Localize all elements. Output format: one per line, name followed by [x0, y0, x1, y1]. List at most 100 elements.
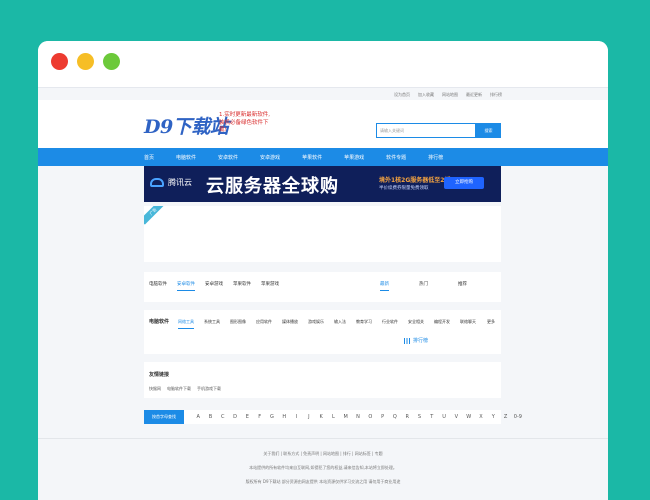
top-link[interactable]: 加入收藏	[418, 92, 434, 98]
sort-popular[interactable]: 热门	[419, 281, 428, 291]
category-item[interactable]: 教育学习	[356, 319, 372, 329]
nav-item-ios-software[interactable]: 苹果软件	[302, 154, 322, 161]
category-item[interactable]: 游戏娱乐	[308, 319, 324, 329]
site-logo[interactable]: D9下载站	[144, 112, 229, 139]
letter-link[interactable]: B	[204, 414, 216, 420]
category-panel: 电脑软件 网络工具 系统工具 图形图像 应用软件 媒体播放 游戏娱乐 输入法 教…	[144, 310, 501, 354]
letter-link[interactable]: Y	[487, 414, 499, 420]
letter-link[interactable]: D	[229, 414, 241, 420]
ranking-link[interactable]: 排行榜	[404, 337, 428, 344]
category-item[interactable]: 网络工具	[178, 319, 194, 329]
main-nav: 首页 电脑软件 安卓软件 安卓游戏 苹果软件 苹果游戏 软件专题 排行榜	[38, 148, 608, 166]
tab-android-software[interactable]: 安卓软件	[177, 281, 195, 291]
letter-link[interactable]: O	[364, 414, 376, 420]
letter-link[interactable]: I	[290, 414, 302, 420]
letter-link[interactable]: U	[438, 414, 450, 420]
letter-index-list: A B C D E F G H I J K L M N O P Q R S T U V W X Y Z 0-9	[192, 410, 524, 424]
category-item[interactable]: 联络聊天	[460, 319, 476, 329]
maximize-window-button[interactable]	[103, 53, 120, 70]
sort-latest[interactable]: 最新	[380, 281, 389, 291]
browser-window: 设为首页 加入收藏 网站地图 最近更新 排行榜 D9下载站 1.实时更新最新软件…	[38, 41, 608, 500]
window-titlebar	[38, 41, 608, 87]
friend-links-title: 友情链接	[149, 372, 170, 378]
nav-item-home[interactable]: 首页	[144, 154, 154, 161]
slogan-line-1: 1.实时更新最新软件,	[219, 112, 270, 118]
banner-cta-button[interactable]: 立即抢购	[444, 177, 484, 189]
category-item[interactable]: 应用软件	[256, 319, 272, 329]
nav-item-ranking[interactable]: 排行榜	[428, 154, 443, 161]
nav-item-android-software[interactable]: 安卓软件	[218, 154, 238, 161]
category-item[interactable]: 媒体播放	[282, 319, 298, 329]
minimize-window-button[interactable]	[77, 53, 94, 70]
letter-index-label: 按首字母查找	[144, 410, 184, 424]
letter-link[interactable]: V	[450, 414, 462, 420]
ad-box: 广告	[144, 206, 501, 262]
tab-android-games[interactable]: 安卓游戏	[205, 281, 223, 291]
letter-link[interactable]: W	[463, 414, 475, 420]
platform-tabs: 电脑软件 安卓软件 安卓游戏 苹果软件 苹果游戏	[149, 281, 289, 291]
letter-link[interactable]: P	[376, 414, 388, 420]
category-item[interactable]: 输入法	[334, 319, 346, 329]
letter-link[interactable]: 0-9	[512, 414, 524, 420]
letter-link[interactable]: Q	[389, 414, 401, 420]
letter-link[interactable]: F	[253, 414, 265, 420]
download-tabs-panel: 电脑软件 安卓软件 安卓游戏 苹果软件 苹果游戏 最新 热门 推荐	[144, 272, 501, 302]
sort-tabs: 最新 热门 推荐	[350, 281, 467, 291]
ad-tag: 广告	[144, 206, 167, 225]
letter-link[interactable]: X	[475, 414, 487, 420]
nav-item-android-games[interactable]: 安卓游戏	[260, 154, 280, 161]
search-input[interactable]: 请输入关键词	[376, 123, 476, 138]
site-footer: 关于我们 | 联系方式 | 免责声明 | 网站地图 | 排行 | 网站标签 | …	[38, 438, 608, 500]
tab-pc-software[interactable]: 电脑软件	[149, 281, 167, 291]
friend-link[interactable]: 手机游戏下载	[197, 386, 221, 392]
top-link[interactable]: 最近更新	[466, 92, 482, 98]
category-tabs: 网络工具 系统工具 图形图像 应用软件 媒体播放 游戏娱乐 输入法 教育学习 行…	[178, 319, 486, 329]
search-button[interactable]: 搜索	[476, 123, 501, 138]
nav-item-pc-software[interactable]: 电脑软件	[176, 154, 196, 161]
site-slogan: 1.实时更新最新软件, 装机必备绿色软件下载!	[219, 112, 273, 140]
footer-links[interactable]: 关于我们 | 联系方式 | 免责声明 | 网站地图 | 排行 | 网站标签 | …	[38, 451, 608, 457]
cloud-icon	[150, 178, 164, 187]
letter-link[interactable]: E	[241, 414, 253, 420]
banner-brand: 腾讯云	[168, 178, 192, 187]
top-link[interactable]: 网站地图	[442, 92, 458, 98]
tab-ios-software[interactable]: 苹果软件	[233, 281, 251, 291]
letter-link[interactable]: S	[413, 414, 425, 420]
letter-link[interactable]: M	[340, 414, 352, 420]
letter-link[interactable]: N	[352, 414, 364, 420]
footer-copyright: 版权所有 D9下载站 部分资源由网友提供 本站资源仅供学习交流之用 请勿用于商业…	[245, 479, 401, 484]
letter-link[interactable]: A	[192, 414, 204, 420]
ranking-label: 排行榜	[413, 338, 429, 344]
letter-link[interactable]: Z	[499, 414, 511, 420]
tab-ios-games[interactable]: 苹果游戏	[261, 281, 279, 291]
nav-items: 首页 电脑软件 安卓软件 安卓游戏 苹果软件 苹果游戏 软件专题 排行榜	[144, 148, 465, 166]
close-window-button[interactable]	[51, 53, 68, 70]
category-more-link[interactable]: 更多	[487, 319, 495, 325]
ad-banner[interactable]: 腾讯云 云服务器全球购 境外1核2G服务器低至2折 半价续费券限量免费领取 立即…	[144, 166, 501, 202]
letter-link[interactable]: H	[278, 414, 290, 420]
top-link[interactable]: 排行榜	[490, 92, 502, 98]
letter-link[interactable]: K	[315, 414, 327, 420]
category-item[interactable]: 编程开发	[434, 319, 450, 329]
friend-links-list: 快猴网 电脑软件下载 手机游戏下载	[149, 386, 227, 392]
nav-item-topics[interactable]: 软件专题	[386, 154, 406, 161]
friend-link[interactable]: 电脑软件下载	[167, 386, 191, 392]
letter-link[interactable]: T	[426, 414, 438, 420]
category-item[interactable]: 图形图像	[230, 319, 246, 329]
letter-link[interactable]: J	[303, 414, 315, 420]
letter-link[interactable]: C	[217, 414, 229, 420]
letter-link[interactable]: G	[266, 414, 278, 420]
bar-chart-icon	[404, 337, 410, 344]
sort-recommended[interactable]: 推荐	[458, 281, 467, 291]
banner-offer: 境外1核2G服务器低至2折	[379, 177, 451, 184]
friend-link[interactable]: 快猴网	[149, 386, 161, 392]
category-item[interactable]: 行业软件	[382, 319, 398, 329]
letter-link[interactable]: R	[401, 414, 413, 420]
nav-item-ios-games[interactable]: 苹果游戏	[344, 154, 364, 161]
category-item[interactable]: 安全相关	[408, 319, 424, 329]
category-item[interactable]: 系统工具	[204, 319, 220, 329]
friend-links-panel: 友情链接 快猴网 电脑软件下载 手机游戏下载	[144, 362, 501, 398]
letter-link[interactable]: L	[327, 414, 339, 420]
top-link[interactable]: 设为首页	[394, 92, 410, 98]
letter-index-bar: 按首字母查找 A B C D E F G H I J K L M N O P Q R S T U V W X Y Z 0-9	[144, 410, 522, 424]
